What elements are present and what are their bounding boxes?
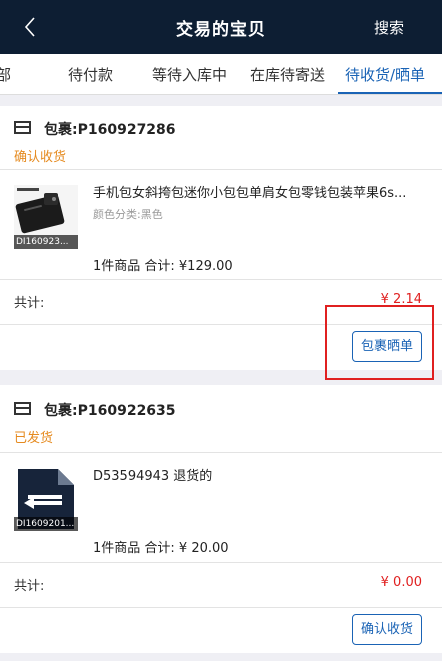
tab-pending-payment[interactable]: 待付款 [68,64,113,85]
total-value: ¥ 0.00 [380,575,422,590]
search-button[interactable]: 搜索 [374,17,404,38]
divider [0,279,442,280]
thumbnail-caption: DI160923... [14,235,78,249]
tab-awaiting-warehouse[interactable]: 等待入库中 [152,64,227,85]
product-thumbnail[interactable]: DI160923... [14,185,78,249]
tab-bar: 部 待付款 等待入库中 在库待寄送 待收货/晒单 [0,54,442,95]
divider [0,169,442,170]
order-card: 包裹:P160922635 已发货 DI1609201... D53594943… [0,385,442,653]
order-status: 已发货 [14,431,54,446]
divider [0,607,442,608]
product-title[interactable]: D53594943 退货的 [93,465,427,484]
highlight-box [325,305,434,380]
tab-in-stock-to-ship[interactable]: 在库待寄送 [250,64,325,85]
navbar: 交易的宝贝 搜索 [0,0,442,54]
package-icon [14,402,31,415]
divider [0,562,442,563]
active-tab-indicator [338,92,442,94]
tab-to-receive-review[interactable]: 待收货/晒单 [345,64,425,85]
item-summary: 1件商品 合计: ¥ 20.00 [93,541,229,556]
tab-all[interactable]: 部 [0,64,11,85]
package-id: 包裹:P160922635 [44,403,176,419]
confirm-receipt-button[interactable]: 确认收货 [351,614,422,645]
product-spec: 颜色分类:黑色 [93,208,163,221]
order-status: 确认收货 [14,150,67,165]
package-icon [14,121,31,134]
total-label: 共计: [14,296,45,311]
item-summary: 1件商品 合计: ¥129.00 [93,259,233,274]
product-title[interactable]: 手机包女斜挎包迷你小包包单肩女包零钱包装苹果6s... [93,182,427,201]
divider [0,452,442,453]
total-label: 共计: [14,579,45,594]
thumbnail-caption: DI1609201... [14,517,78,531]
product-thumbnail[interactable]: DI1609201... [14,467,78,531]
package-id: 包裹:P160927286 [44,122,176,138]
